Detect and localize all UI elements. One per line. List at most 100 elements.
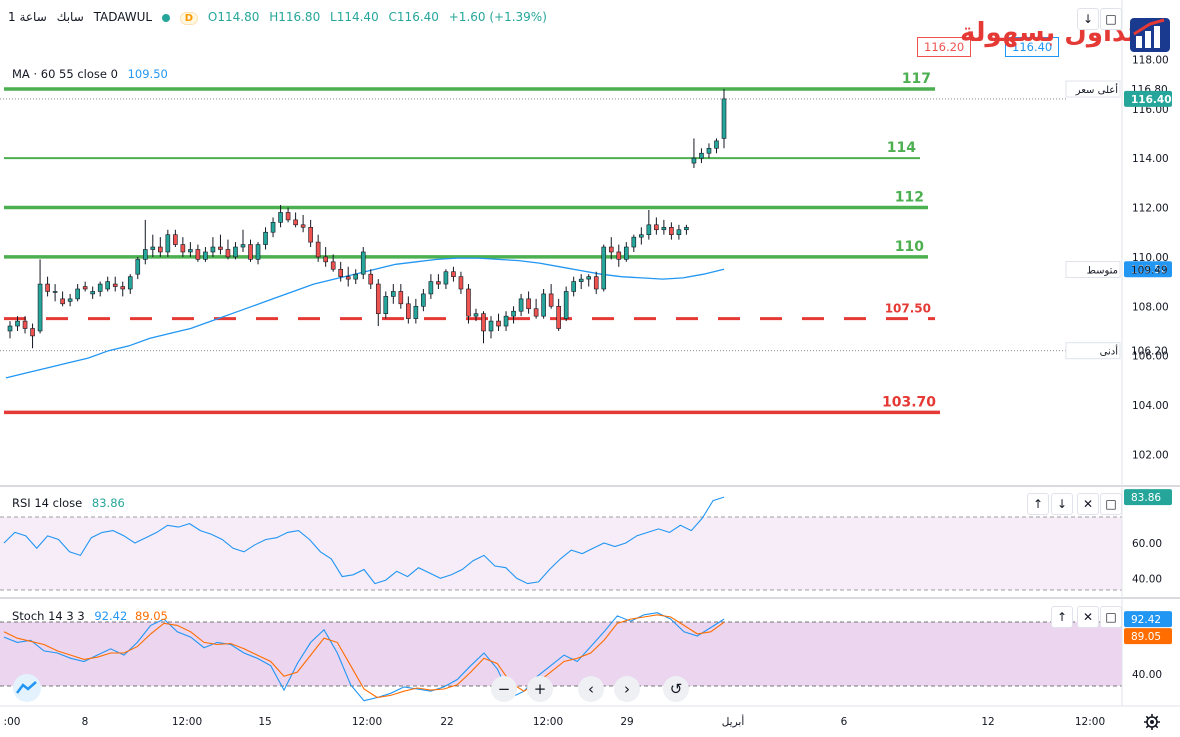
price-tick-label: 118.00 [1132,54,1169,66]
candle-body [75,288,80,300]
candle-body [556,305,561,329]
candle-body [82,286,88,290]
ma-legend[interactable]: MA · 60 55 close 0 109.50 [12,67,168,81]
time-tick-label: 12:00 [533,716,563,728]
candle-body [571,281,576,292]
candle-body [37,283,43,332]
stoch-legend[interactable]: Stoch 14 3 3 92.42 89.05 [12,609,168,623]
candle-body [466,288,471,317]
zoom-in-button[interactable]: + [527,676,553,702]
rsi-axis-label: 83.86 [1131,492,1161,504]
main-down-button[interactable]: ↓ [1077,8,1099,30]
candle-body [699,152,704,159]
time-tick-label: 12:00 [1075,716,1105,728]
candle-body [180,244,186,253]
candle-body [458,276,464,290]
time-tick-label: 12:00 [172,716,202,728]
level-label: 117 [902,71,931,87]
symbol-interval[interactable]: ساعة 1 [8,10,47,24]
time-tick-label: 8 [82,716,89,728]
symbol-name[interactable]: سابك [57,10,84,24]
price-axis-label: 109.49 [1131,264,1168,276]
stoch-tick-label: 40.00 [1132,669,1162,681]
candle-body [308,226,313,243]
candle-body [300,224,306,228]
rsi-maximize-button[interactable]: □ [1100,493,1122,515]
scroll-right-button[interactable]: › [614,676,640,702]
stoch-legend-d: 89.05 [134,609,168,623]
candle-body [345,276,351,280]
scroll-left-button[interactable]: ‹ [578,676,604,702]
candle-body [263,231,268,245]
stoch-maximize-button[interactable]: □ [1100,606,1122,628]
candle-body [315,241,321,258]
main-maximize-button[interactable]: □ [1100,8,1122,30]
rsi-down-button[interactable]: ↓ [1051,493,1073,515]
candle-body [488,320,494,332]
ohlc-high: H116.80 [269,10,321,24]
rsi-tick-label: 40.00 [1132,573,1162,585]
stoch-band [0,622,1122,686]
stoch-legend-k: 92.42 [94,609,128,623]
candle-body [188,249,193,253]
ohlc-low: L114.40 [330,10,379,24]
candle-body [375,283,381,314]
rsi-legend-label: RSI 14 close [12,496,83,510]
level-label: 107.50 [885,302,931,316]
ma-line [5,257,725,379]
tradingview-logo-icon [13,674,41,702]
candle-body [639,234,644,238]
rsi-legend[interactable]: RSI 14 close 83.86 [12,496,125,510]
time-tick-label: أبريل [722,714,745,728]
chart-svg[interactable]: 117 114 112 110 107.50 103.70 60.00 40.00 83.86… [0,0,1180,733]
axis-tag-text: أدنى [1100,345,1119,358]
candle-body [353,273,359,280]
candle-body [586,276,592,280]
brand-logo-icon [1130,18,1170,52]
rsi-up-button[interactable]: ↑ [1027,493,1049,515]
candle-body [120,286,126,290]
candle-body [669,226,674,235]
candle-body [578,278,584,282]
level-label: 103.70 [882,394,936,410]
candle-body [511,310,516,317]
price-tick-label: 114.00 [1132,153,1169,165]
reset-chart-button[interactable]: ↺ [663,676,689,702]
candle-body [503,315,509,327]
candle-body [676,229,682,235]
time-tick-label: 22 [440,716,453,728]
candle-body [127,276,133,290]
candle-body [293,219,298,226]
settings-gear-icon[interactable] [1143,713,1161,731]
candle-body [233,246,238,258]
stoch-up-button[interactable]: ↑ [1051,606,1073,628]
candle-body [285,212,291,221]
candle-body [601,246,607,290]
axis-tag-text: أعلى سعر [1075,83,1119,96]
candle-body [616,251,622,260]
candle-body [436,281,441,285]
candle-body [173,234,178,245]
price-axis-label: 106.20 [1131,346,1168,358]
price-tick-label: 112.00 [1132,203,1169,215]
zoom-out-button[interactable]: − [491,676,517,702]
candle-body [240,244,246,248]
candle-body [608,246,614,253]
candle-body [721,98,727,139]
candle-body [338,268,343,277]
stoch-close-button[interactable]: ✕ [1077,606,1099,628]
rsi-close-button[interactable]: ✕ [1077,493,1099,515]
chart-stage[interactable]: 117 114 112 110 107.50 103.70 60.00 40.00 83.86… [0,0,1180,733]
candle-body [548,293,554,307]
candle-body [623,246,629,260]
candle-body [90,291,95,295]
ohlc-close: C116.40 [388,10,439,24]
candle-body [706,147,712,154]
candle-body [360,251,366,275]
ohlc-open: O114.80 [207,10,260,24]
candle-body [278,212,283,223]
candle-body [142,249,148,260]
candle-body [255,244,261,260]
candle-body [7,325,13,332]
rsi-band [0,517,1122,590]
